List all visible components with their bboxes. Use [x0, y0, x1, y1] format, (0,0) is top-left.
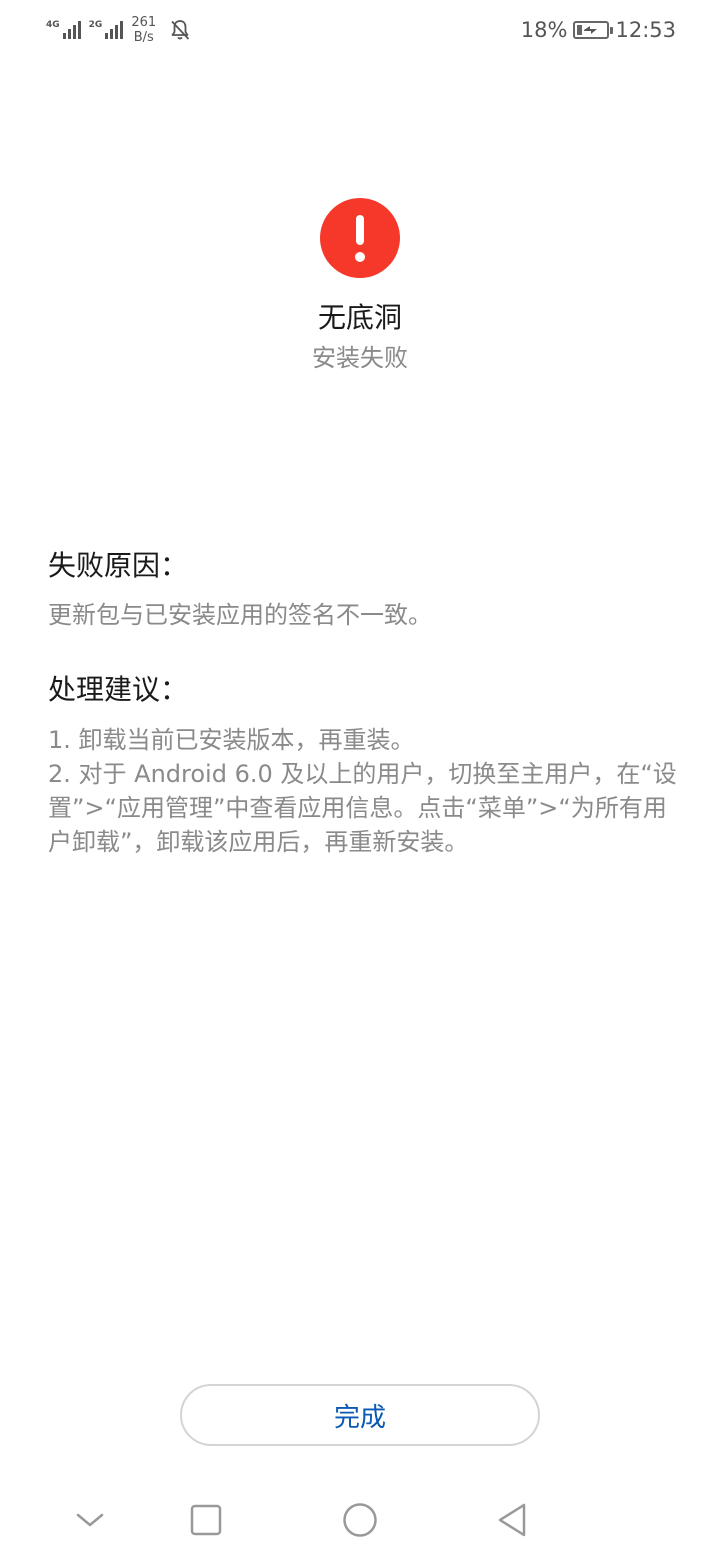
failure-reason-title: 失败原因：: [48, 549, 189, 582]
network-type-2: 2G: [88, 20, 103, 30]
error-icon: [320, 198, 400, 278]
signal-2g-icon: 2G: [89, 21, 124, 39]
signal-4g-icon: 4G: [46, 21, 81, 39]
back-triangle-icon[interactable]: [492, 1500, 532, 1540]
network-speed-value: 261: [131, 15, 157, 30]
status-bar-left: 4G 2G 261 B/s: [46, 12, 192, 48]
home-circle-icon[interactable]: [340, 1500, 380, 1540]
battery-percent: 18%: [520, 18, 568, 42]
failure-reason-text: 更新包与已安装应用的签名不一致。: [48, 601, 432, 629]
suggestion-item-1: 1. 卸载当前已安装版本，再重装。: [48, 726, 415, 754]
recent-apps-square-icon[interactable]: [186, 1500, 226, 1540]
chevron-down-icon[interactable]: [70, 1500, 110, 1540]
status-bar: 4G 2G 261 B/s 18% 12:53: [0, 0, 720, 60]
done-button[interactable]: 完成: [180, 1384, 540, 1446]
network-speed: 261 B/s: [131, 15, 156, 45]
install-status: 安装失败: [312, 344, 408, 372]
suggestions-title: 处理建议：: [48, 673, 189, 706]
navigation-bar: [0, 1480, 720, 1560]
battery-charging-icon: [573, 21, 614, 39]
clock: 12:53: [615, 18, 676, 42]
status-bar-right: 18% 12:53: [521, 14, 676, 46]
bell-off-icon: [171, 20, 190, 40]
suggestion-item-2: 2. 对于 Android 6.0 及以上的用户，切换至主用户，在“设置”>“应…: [48, 760, 677, 856]
app-name: 无底洞: [317, 301, 402, 334]
network-speed-unit: B/s: [133, 30, 154, 45]
network-type-1: 4G: [46, 20, 60, 30]
